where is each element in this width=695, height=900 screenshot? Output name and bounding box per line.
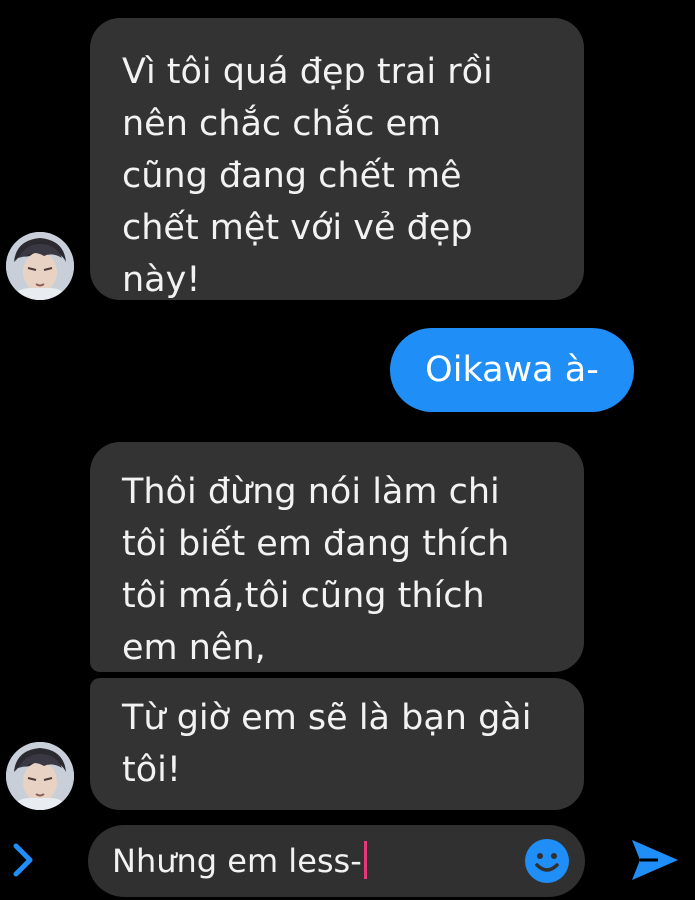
message-line: này! [122,260,201,300]
message-line: tôi má,tôi cũng thích [122,576,485,616]
message-line: cũng đang chết mê [122,156,462,196]
incoming-message-bubble[interactable]: Thôi đừng nói làm chi tôi biết em đang t… [90,442,584,672]
message-line: tôi biết em đang thích [122,524,510,564]
emoji-smile-icon[interactable] [523,837,571,885]
message-line: Từ giờ em sẽ là bạn gài [122,698,532,738]
message-line: Thôi đừng nói làm chi [122,472,500,512]
message-line: em nên, [122,628,266,668]
avatar[interactable] [6,232,74,300]
message-input[interactable]: Nhưng em less- [88,825,585,897]
message-line: Oikawa à- [425,350,599,390]
message-input-value: Nhưng em less- [112,842,362,880]
incoming-message-bubble[interactable]: Từ giờ em sẽ là bạn gài tôi! [90,678,584,810]
avatar-image [6,232,74,300]
avatar[interactable] [6,742,74,810]
message-line: Vì tôi quá đẹp trai rồi [122,52,493,92]
message-line: nên chắc chắc em [122,104,442,144]
incoming-message-bubble[interactable]: Vì tôi quá đẹp trai rồi nên chắc chắc em… [90,18,584,300]
avatar-image [6,742,74,810]
text-caret [363,841,367,879]
outgoing-message-bubble[interactable]: Oikawa à- [390,328,634,412]
message-input-text[interactable]: Nhưng em less- [112,825,367,897]
message-line: tôi! [122,750,181,790]
send-icon[interactable] [628,836,682,884]
message-line: chết mệt với vẻ đẹp [122,208,473,248]
chevron-right-icon[interactable] [8,838,38,882]
